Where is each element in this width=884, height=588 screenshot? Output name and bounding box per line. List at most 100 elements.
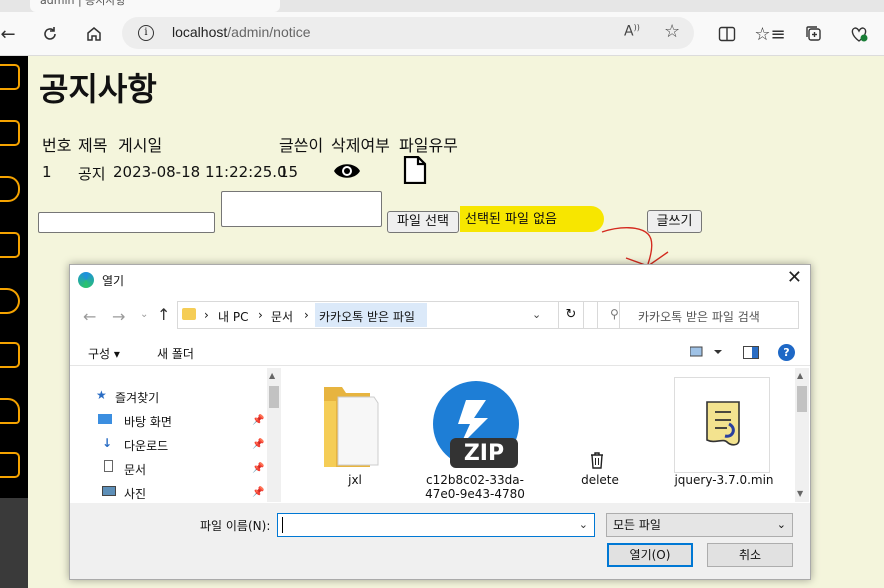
- row-title[interactable]: 공지: [78, 163, 106, 184]
- board-icon[interactable]: [0, 64, 20, 90]
- dialog-title: 열기: [102, 274, 125, 288]
- split-screen-icon[interactable]: [713, 20, 741, 48]
- desktop-icon: [98, 413, 112, 427]
- clipboard-icon[interactable]: [0, 120, 20, 146]
- col-file: 파일유무: [399, 136, 458, 155]
- path-separator: ›: [204, 308, 209, 322]
- favorites-bar-icon[interactable]: ☆≡: [754, 20, 785, 48]
- scroll-thumb[interactable]: [797, 386, 807, 412]
- chat-icon[interactable]: [0, 232, 20, 258]
- file-status-text: 선택된 파일 없음: [460, 206, 604, 232]
- forward-arrow-icon[interactable]: →: [112, 307, 125, 326]
- organize-button[interactable]: 구성 ▾: [88, 345, 120, 362]
- open-button[interactable]: 열기(O): [607, 543, 693, 567]
- search-input[interactable]: ⚲ 카카오톡 받은 파일 검색: [597, 301, 799, 329]
- collections-icon[interactable]: [800, 20, 828, 48]
- address-bar[interactable]: i localhost/admin/notice A)) ☆: [122, 17, 694, 49]
- file-icon[interactable]: [403, 156, 427, 184]
- path-bar[interactable]: › 내 PC › 문서 › 카카오톡 받은 파일 ⌄: [177, 301, 620, 329]
- title-input[interactable]: [38, 212, 215, 233]
- back-icon[interactable]: ←: [0, 20, 22, 48]
- open-file-dialog: 열기 ✕ ← → ⌄ ↑ › 내 PC › 문서 › 카카오톡 받은 파일 ⌄ …: [69, 264, 811, 580]
- script-file-thumbnail[interactable]: [674, 377, 770, 473]
- edge-icon: [78, 272, 94, 288]
- url-text[interactable]: localhost/admin/notice: [172, 24, 311, 40]
- more-icon[interactable]: [0, 288, 20, 314]
- close-icon[interactable]: ✕: [787, 267, 802, 288]
- pin-icon[interactable]: 📌: [252, 463, 264, 474]
- navigation-pane: ★ 즐겨찾기 바탕 화면 📌 ↓ 다운로드 📌 문서 📌 사진 📌: [70, 368, 282, 502]
- url-path: /admin/notice: [227, 24, 311, 40]
- path-separator: ›: [258, 308, 263, 322]
- nav-item-documents[interactable]: 문서: [124, 461, 146, 478]
- nav-item-pictures[interactable]: 사진: [124, 485, 146, 502]
- extensions-icon[interactable]: [845, 20, 873, 48]
- col-date: 게시일: [118, 136, 163, 155]
- file-name[interactable]: jxl: [325, 473, 385, 487]
- file-name[interactable]: delete: [570, 473, 630, 487]
- eye-icon[interactable]: [333, 161, 361, 181]
- scroll-thumb[interactable]: [269, 386, 279, 408]
- folder-icon[interactable]: [322, 383, 380, 469]
- search-icon: ⚲: [610, 307, 619, 321]
- nav-star-icon: ★: [96, 388, 107, 402]
- script-file-icon: [706, 401, 740, 446]
- mail-icon[interactable]: [0, 342, 20, 368]
- scroll-up-icon[interactable]: ▲: [797, 371, 803, 380]
- info-icon[interactable]: i: [138, 25, 154, 41]
- help-icon[interactable]: ?: [778, 344, 795, 361]
- read-aloud-icon[interactable]: A)): [624, 23, 640, 40]
- scroll-down-icon[interactable]: ▼: [797, 489, 803, 498]
- filename-input[interactable]: ⌄: [277, 513, 595, 537]
- refresh-icon[interactable]: [36, 20, 64, 48]
- file-name[interactable]: jquery-3.7.0.min: [665, 473, 783, 487]
- view-options[interactable]: [689, 345, 728, 363]
- tab-title: admin | 공지사항: [40, 0, 126, 7]
- new-folder-button[interactable]: 새 폴더: [157, 345, 194, 362]
- home-icon[interactable]: [80, 20, 108, 48]
- trash-icon[interactable]: [589, 451, 605, 469]
- users-icon[interactable]: [0, 176, 20, 202]
- sidebar: [0, 56, 28, 588]
- col-number: 번호: [42, 136, 72, 155]
- table-row[interactable]: 1 공지 2023-08-18 11:22:25.0 15: [42, 163, 462, 189]
- up-arrow-icon[interactable]: ↑: [157, 305, 170, 324]
- row-number: 1: [42, 163, 52, 181]
- pin-icon[interactable]: 📌: [252, 487, 264, 498]
- nav-item-downloads[interactable]: 다운로드: [124, 437, 168, 454]
- path-segment[interactable]: 문서: [271, 308, 293, 325]
- filetype-select[interactable]: 모든 파일 ⌄: [606, 513, 793, 537]
- page-title: 공지사항: [39, 70, 157, 108]
- content-textarea[interactable]: [221, 191, 382, 227]
- chevron-down-icon[interactable]: ⌄: [532, 308, 541, 321]
- pin-icon[interactable]: 📌: [252, 415, 264, 426]
- bell-icon[interactable]: [0, 398, 20, 424]
- path-segment[interactable]: 카카오톡 받은 파일: [319, 308, 415, 325]
- chevron-down-icon[interactable]: ⌄: [579, 518, 588, 531]
- nav-scrollbar[interactable]: ▲: [267, 368, 281, 502]
- scroll-up-icon[interactable]: ▲: [269, 371, 275, 380]
- pictures-icon: [102, 485, 116, 499]
- divider: [70, 365, 810, 366]
- document-icon: [104, 460, 113, 475]
- files-scrollbar[interactable]: ▲ ▼: [795, 368, 809, 502]
- refresh-icon[interactable]: ↻: [558, 301, 584, 329]
- file-name[interactable]: c12b8c02-33da-47e0-9e43-4780: [425, 473, 525, 501]
- preview-pane-icon[interactable]: [743, 346, 759, 359]
- browser-toolbar: ← i localhost/admin/notice A)) ☆ ☆≡: [0, 12, 884, 56]
- nav-item-favorites[interactable]: 즐겨찾기: [115, 389, 159, 406]
- folder-icon: [182, 308, 196, 320]
- logout-icon[interactable]: [0, 452, 20, 478]
- nav-item-desktop[interactable]: 바탕 화면: [124, 413, 172, 430]
- file-select-button[interactable]: 파일 선택: [387, 211, 459, 233]
- back-arrow-icon[interactable]: ←: [83, 307, 96, 326]
- favorite-icon[interactable]: ☆: [664, 21, 680, 42]
- cancel-button[interactable]: 취소: [707, 543, 793, 567]
- view-icon[interactable]: [689, 345, 728, 359]
- text-caret: [282, 517, 283, 533]
- path-segment[interactable]: 내 PC: [218, 308, 248, 325]
- recent-locations-icon[interactable]: ⌄: [140, 309, 148, 320]
- pin-icon[interactable]: 📌: [252, 439, 264, 450]
- zip-badge-text: ZIP: [463, 441, 505, 466]
- chevron-down-icon[interactable]: ⌄: [777, 514, 786, 536]
